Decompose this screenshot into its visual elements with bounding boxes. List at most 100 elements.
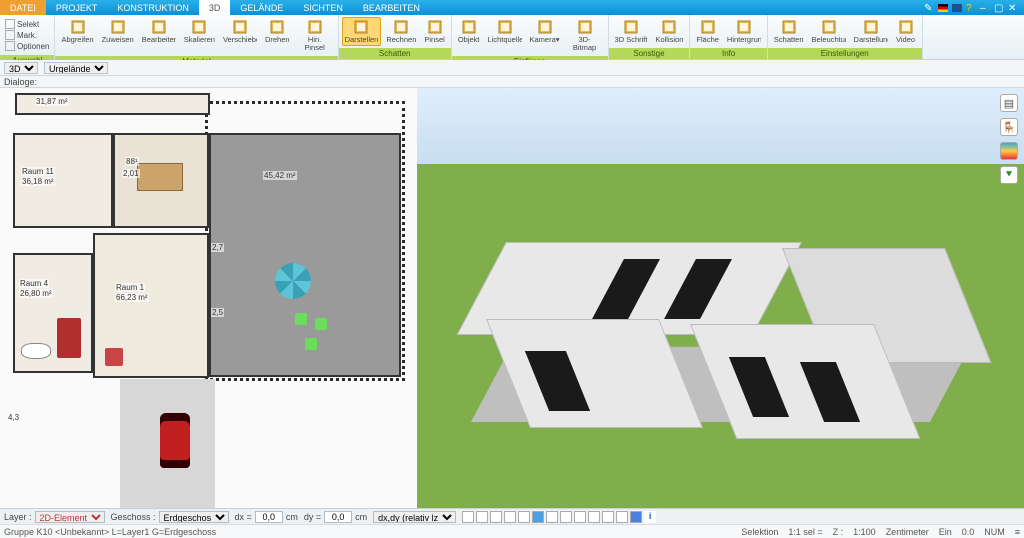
tool-icon[interactable]	[532, 511, 544, 523]
ribbon-btn-kamera-[interactable]: Kamera▾	[527, 17, 563, 46]
minimize-icon[interactable]: –	[980, 3, 990, 13]
dx-input[interactable]	[255, 511, 283, 523]
layers-icon[interactable]: ▤	[1000, 94, 1018, 112]
info-icon[interactable]: i	[644, 511, 656, 523]
mini-label: Optionen	[17, 42, 49, 51]
ribbon-btn-3d-schrift[interactable]: 3D Schrift	[612, 17, 651, 46]
ribbon-btn-darstellen[interactable]: Darstellen	[342, 17, 382, 46]
garden-chair	[315, 318, 327, 330]
ribbon-btn-objekt[interactable]: Objekt	[455, 17, 483, 46]
dim-43: 4,3	[7, 413, 20, 422]
surface-select[interactable]: Urgelände	[44, 62, 108, 74]
close-icon[interactable]: ✕	[1008, 3, 1018, 13]
ribbon-mini-mark.[interactable]: Mark.	[5, 30, 49, 40]
unit: cm	[286, 512, 298, 522]
tool-icon[interactable]	[504, 511, 516, 523]
ribbon-btn-abgreifen[interactable]: Abgreifen	[58, 17, 96, 46]
tool-icon[interactable]	[630, 511, 642, 523]
3d-view[interactable]: ▤ 🪑 ⯆	[417, 88, 1024, 508]
ribbon-btn-video[interactable]: Video	[893, 17, 919, 46]
tool-icon[interactable]	[560, 511, 572, 523]
room-4-area: 26,80 m²	[19, 289, 53, 298]
ribbon-mini-selekt[interactable]: Selekt	[5, 19, 49, 29]
ribbon-group-einfügen: ObjektLichtquelle▾Kamera▾3D-BitmapEinfüg…	[452, 15, 609, 59]
tab-gelaende[interactable]: GELÄNDE	[230, 0, 293, 15]
ribbon-btn-darstellung[interactable]: Darstellung	[851, 17, 891, 46]
titlebar-right: ✎ ? – ▢ ✕	[924, 0, 1024, 15]
file-tab[interactable]: DATEI	[0, 0, 46, 15]
help-icon[interactable]: ?	[966, 3, 976, 13]
tool-icon[interactable]	[518, 511, 530, 523]
ribbon-btn-kollision[interactable]: Kollision	[652, 17, 686, 46]
maximize-icon[interactable]: ▢	[994, 3, 1004, 13]
ribbon-label: Zuweisen	[102, 36, 134, 44]
ribbon-btn-drehen[interactable]: Drehen	[262, 17, 293, 46]
ribbon-btn-skalieren[interactable]: Skalieren	[181, 17, 218, 46]
ribbon: SelektMark.OptionenAuswahlAbgreifenZuwei…	[0, 15, 1024, 60]
pencil-icon[interactable]: ✎	[924, 3, 934, 13]
flag-de-icon[interactable]	[938, 4, 948, 12]
car-icon	[160, 413, 190, 468]
ribbon-btn-fl-che[interactable]: Fläche	[693, 17, 722, 46]
ribbon-icon	[736, 19, 752, 35]
mini-icon	[5, 19, 15, 29]
gradient-icon[interactable]	[1000, 142, 1018, 160]
garden-chair	[305, 338, 317, 350]
scale: 1:100	[853, 527, 876, 537]
view-subbar: 3D Urgelände	[0, 60, 1024, 76]
zoom-label: Z :	[833, 527, 844, 537]
ribbon-group-label: Schatten	[339, 48, 451, 59]
ribbon-btn-beleuchtung[interactable]: Beleuchtung	[809, 17, 849, 46]
relative-select[interactable]: dx,dy (relativ lz	[373, 511, 456, 523]
tool-icon[interactable]	[546, 511, 558, 523]
floor-select[interactable]: Erdgeschos	[159, 511, 229, 523]
tab-bearbeiten[interactable]: BEARBEITEN	[353, 0, 430, 15]
tool-icon[interactable]	[574, 511, 586, 523]
tool-icon[interactable]	[476, 511, 488, 523]
ribbon-icon	[353, 19, 369, 35]
dim-25: 2,5	[211, 308, 224, 317]
ribbon-label: Kamera▾	[530, 36, 560, 44]
furniture-icon[interactable]: 🪑	[1000, 118, 1018, 136]
ribbon-label: Bearbeiten	[142, 36, 176, 44]
ribbon-label: Darstellung	[854, 36, 888, 44]
ribbon-btn-hintergrund[interactable]: Hintergrund	[724, 17, 764, 46]
tool-icon[interactable]	[462, 511, 474, 523]
ribbon-group-label: Info	[690, 48, 767, 59]
mini-icon	[5, 30, 15, 40]
view-tools: ▤ 🪑 ⯆	[1000, 94, 1018, 184]
tree-icon[interactable]: ⯆	[1000, 166, 1018, 184]
tool-icon[interactable]	[602, 511, 614, 523]
tab-3d[interactable]: 3D	[199, 0, 231, 15]
flag-en-icon[interactable]	[952, 4, 962, 12]
tool-icon[interactable]	[588, 511, 600, 523]
tab-projekt[interactable]: PROJEKT	[46, 0, 108, 15]
ribbon-btn-pinsel[interactable]: Pinsel	[421, 17, 447, 46]
ribbon-btn-rechnen[interactable]: Rechnen	[383, 17, 419, 46]
ribbon-group-label: Einstellungen	[768, 48, 922, 59]
plan-view[interactable]: 45,42 m² 31,87 m² Raum 11 36,18 m² 88¹ 2…	[0, 88, 417, 508]
ribbon-btn-lichtquelle-[interactable]: Lichtquelle▾	[485, 17, 525, 46]
ribbon-label: Kollision	[655, 36, 683, 44]
ribbon-icon	[497, 19, 513, 35]
tab-konstruktion[interactable]: KONSTRUKTION	[107, 0, 199, 15]
ribbon-btn-verschieben[interactable]: Verschieben	[220, 17, 260, 46]
ribbon-icon	[307, 19, 323, 35]
ribbon-mini-optionen[interactable]: Optionen	[5, 41, 49, 51]
ribbon-btn-bearbeiten[interactable]: Bearbeiten	[139, 17, 179, 46]
ribbon-btn-schatten[interactable]: Schatten	[771, 17, 807, 46]
tab-sichten[interactable]: SICHTEN	[293, 0, 353, 15]
ribbon-label: Hin. Pinsel	[298, 36, 332, 52]
house-3d	[466, 193, 976, 466]
ribbon-btn-hin-pinsel[interactable]: Hin. Pinsel	[295, 17, 335, 54]
tool-icon[interactable]	[490, 511, 502, 523]
dy-input[interactable]	[324, 511, 352, 523]
view-mode-select[interactable]: 3D	[4, 62, 38, 74]
mini-icon	[5, 41, 15, 51]
layer-select[interactable]: 2D-Element	[35, 511, 105, 523]
tool-icon[interactable]	[616, 511, 628, 523]
main-tabs: PROJEKT KONSTRUKTION 3D GELÄNDE SICHTEN …	[46, 0, 430, 15]
ribbon-btn-zuweisen[interactable]: Zuweisen	[99, 17, 137, 46]
ribbon-btn-3d-bitmap[interactable]: 3D-Bitmap	[565, 17, 605, 54]
menu-icon[interactable]: ≡	[1015, 527, 1020, 537]
